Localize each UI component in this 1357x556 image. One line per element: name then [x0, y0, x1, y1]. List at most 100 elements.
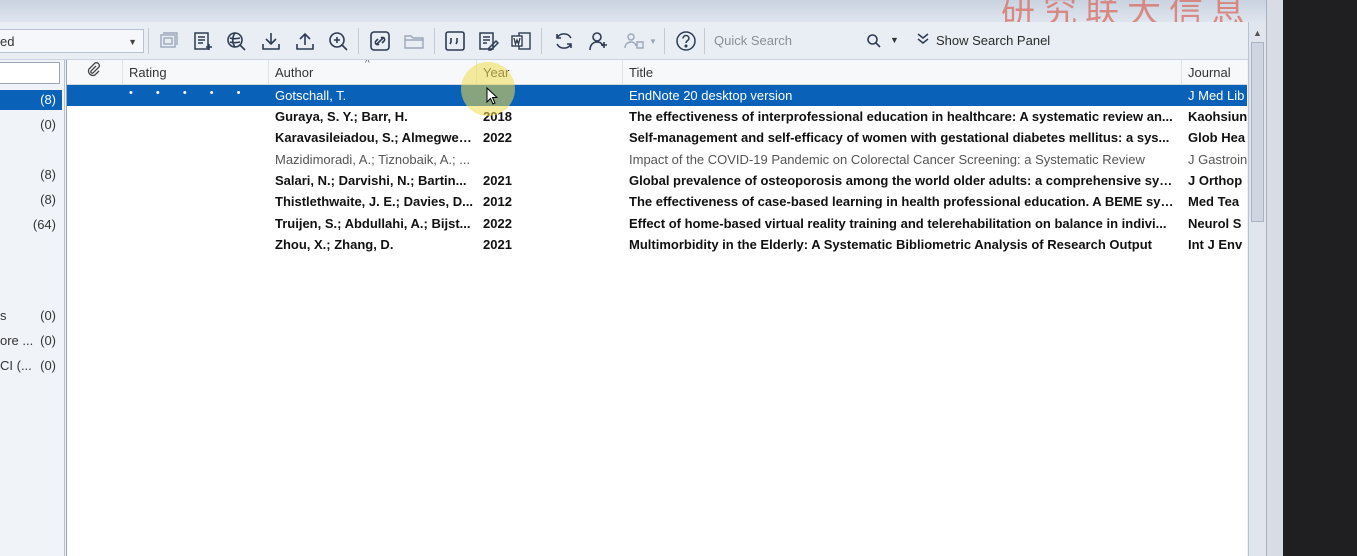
scroll-up-arrow-icon[interactable]: ▲: [1253, 28, 1262, 38]
help-icon[interactable]: [672, 28, 700, 54]
group-label: CI (...: [0, 358, 32, 373]
endnote-window: 研究联大信息 ed ▼ ▼ Quick Search ▼ Show Search…: [0, 0, 1283, 556]
author-cell: Guraya, S. Y.; Barr, H.: [275, 109, 408, 124]
sidebar-group-item[interactable]: CI (... (0): [0, 356, 62, 376]
title-cell: EndNote 20 desktop version: [629, 88, 793, 103]
scrollbar-thumb[interactable]: [1251, 42, 1264, 222]
new-group-icon[interactable]: [155, 28, 183, 54]
year-cell: 2012: [483, 194, 512, 209]
groups-sidebar: (8) (0) (8) (8) (64) s (0) ore ... (0) C…: [0, 60, 65, 556]
rating-cell[interactable]: • • • • •: [129, 87, 269, 99]
reference-row[interactable]: Guraya, S. Y.; Barr, H. 2018 The effecti…: [67, 106, 1247, 127]
column-header-rating[interactable]: Rating: [123, 60, 269, 84]
author-cell: Gotschall, T.: [275, 88, 347, 103]
open-link-icon[interactable]: [366, 28, 394, 54]
mouse-pointer-icon: [486, 86, 499, 108]
chevron-down-icon[interactable]: ▼: [646, 28, 660, 54]
author-cell: Mazidimoradi, A.; Tiznobaik, A.; ...: [275, 152, 471, 167]
show-search-panel-button[interactable]: Show Search Panel: [916, 29, 1050, 53]
window-edge: [1266, 0, 1283, 556]
export-icon[interactable]: [291, 28, 319, 54]
insert-citation-icon[interactable]: [441, 28, 469, 54]
group-count: (8): [40, 192, 56, 207]
format-bibliography-icon[interactable]: [474, 28, 502, 54]
journal-cell: Int J Env: [1188, 237, 1243, 252]
journal-cell: J Orthop: [1188, 173, 1243, 188]
reference-list: Rating Author ^ Year Title Journal • • •…: [66, 60, 1247, 556]
title-strip: 研究联大信息: [0, 0, 1283, 32]
group-count: (0): [40, 333, 56, 348]
sync-icon[interactable]: [550, 28, 578, 54]
sidebar-group-item[interactable]: ore ... (0): [0, 331, 62, 351]
group-count: (8): [40, 92, 56, 107]
group-label: s: [0, 308, 7, 323]
group-label: ore ...: [0, 333, 34, 348]
column-header-author[interactable]: Author: [269, 60, 477, 84]
year-cell: 2021: [483, 173, 512, 188]
toolbar-separator: [704, 28, 705, 54]
reference-row[interactable]: • • • • • Gotschall, T. EndNote 20 deskt…: [67, 85, 1247, 106]
sidebar-group-item[interactable]: (8): [0, 90, 62, 110]
reference-row[interactable]: Truijen, S.; Abdullahi, A.; Bijst... 202…: [67, 213, 1247, 234]
sidebar-group-item[interactable]: (8): [0, 190, 62, 210]
group-select[interactable]: ed ▼: [0, 29, 144, 53]
sidebar-group-item[interactable]: (8): [0, 165, 62, 185]
column-header-title[interactable]: Title: [623, 60, 1182, 84]
author-cell: Zhou, X.; Zhang, D.: [275, 237, 394, 252]
reference-row[interactable]: Zhou, X.; Zhang, D. 2021 Multimorbidity …: [67, 234, 1247, 255]
word-icon[interactable]: [507, 28, 535, 54]
author-cell: Karavasileiadou, S.; Almegwel...: [275, 130, 473, 145]
manage-sharing-icon[interactable]: [619, 28, 647, 54]
chevron-down-icon: ▼: [128, 37, 137, 47]
sidebar-header: [0, 62, 60, 84]
title-cell: Global prevalence of osteoporosis among …: [629, 173, 1177, 188]
online-search-icon[interactable]: [222, 28, 250, 54]
journal-cell: Neurol S: [1188, 216, 1242, 231]
title-cell: Effect of home-based virtual reality tra…: [629, 216, 1167, 231]
author-cell: Thistlethwaite, J. E.; Davies, D...: [275, 194, 473, 209]
reference-row[interactable]: Mazidimoradi, A.; Tiznobaik, A.; ... Imp…: [67, 149, 1247, 170]
toolbar-separator: [434, 28, 435, 54]
chevron-down-icon[interactable]: ▼: [890, 35, 899, 45]
toolbar-separator: [148, 28, 149, 54]
vertical-scrollbar[interactable]: ▲: [1248, 22, 1267, 556]
open-folder-icon[interactable]: [400, 28, 428, 54]
new-reference-icon[interactable]: [189, 28, 217, 54]
double-chevron-down-icon: [916, 29, 932, 53]
import-icon[interactable]: [257, 28, 285, 54]
year-cell: 2022: [483, 130, 512, 145]
title-cell: The effectiveness of case-based learning…: [629, 194, 1177, 209]
group-count: (64): [32, 217, 56, 232]
title-cell: Multimorbidity in the Elderly: A Systema…: [629, 237, 1152, 252]
journal-cell: J Gastroin: [1188, 152, 1247, 167]
search-icon[interactable]: [866, 33, 882, 52]
sidebar-group-item[interactable]: (64): [0, 215, 62, 235]
find-full-text-icon[interactable]: [324, 28, 352, 54]
title-cell: The effectiveness of interprofessional e…: [629, 109, 1173, 124]
author-cell: Salari, N.; Darvishi, N.; Bartin...: [275, 173, 467, 188]
title-cell: Impact of the COVID-19 Pandemic on Color…: [629, 152, 1145, 167]
main-toolbar: ed ▼ ▼ Quick Search ▼ Show Search Panel: [0, 22, 1283, 60]
reference-row[interactable]: Thistlethwaite, J. E.; Davies, D... 2012…: [67, 191, 1247, 212]
year-cell: 2021: [483, 237, 512, 252]
sidebar-group-item[interactable]: s (0): [0, 306, 62, 326]
toolbar-separator: [358, 28, 359, 54]
show-search-panel-label: Show Search Panel: [936, 33, 1051, 48]
title-cell: Self-management and self-efficacy of wom…: [629, 130, 1170, 145]
year-cell: 2022: [483, 216, 512, 231]
column-header-journal[interactable]: Journal: [1182, 60, 1247, 84]
group-count: (0): [40, 308, 56, 323]
column-header-attachment[interactable]: [67, 60, 123, 84]
journal-cell: Med Tea: [1188, 194, 1240, 209]
sort-ascending-icon: ^: [365, 60, 370, 69]
journal-cell: Glob Hea: [1188, 130, 1246, 145]
group-select-value: ed: [0, 34, 15, 49]
paperclip-icon: [87, 62, 100, 77]
toolbar-separator: [664, 28, 665, 54]
sidebar-group-item[interactable]: (0): [0, 115, 62, 135]
share-icon[interactable]: [584, 28, 612, 54]
group-count: (0): [40, 117, 56, 132]
reference-row[interactable]: Karavasileiadou, S.; Almegwel... 2022 Se…: [67, 127, 1247, 148]
reference-row[interactable]: Salari, N.; Darvishi, N.; Bartin... 2021…: [67, 170, 1247, 191]
column-header-row: Rating Author ^ Year Title Journal: [67, 60, 1247, 85]
